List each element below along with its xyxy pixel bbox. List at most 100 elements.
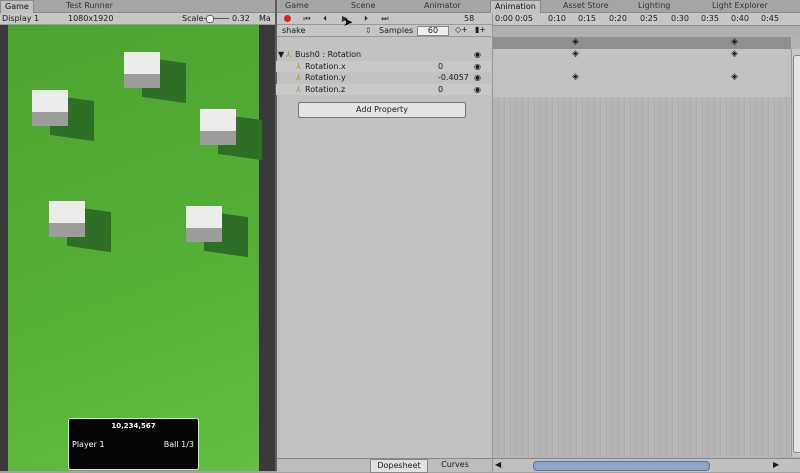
timeline-tick: 0:30	[671, 14, 689, 23]
prev-frame-button[interactable]: ⏴	[317, 13, 333, 25]
tab-animator[interactable]: Animator	[420, 0, 465, 12]
property-value[interactable]: 0	[438, 61, 443, 72]
property-label: Rotation.y	[305, 73, 346, 82]
keyframe-diamond-icon[interactable]: ◈	[572, 49, 579, 59]
clip-dropdown[interactable]: shake	[282, 26, 305, 35]
clip-toolbar: shake ⇕ Samples 60 ◇+ ▮+	[277, 25, 492, 37]
first-frame-icon: ⏮	[303, 14, 311, 23]
vertical-scrollbar[interactable]	[791, 49, 800, 457]
keyframe-diamond-icon[interactable]: ◈	[731, 49, 738, 59]
tab-asset-store[interactable]: Asset Store	[559, 0, 613, 12]
record-icon	[283, 15, 291, 22]
tab-label: Lighting	[638, 1, 671, 10]
tab-test-runner-label: Test Runner	[66, 1, 113, 10]
game-field[interactable]: 10,234,567 Player 1 Ball 1/3	[8, 25, 262, 471]
last-frame-icon: ⏭	[381, 14, 389, 23]
bush-cube	[32, 90, 94, 142]
summary-lane[interactable]	[493, 37, 791, 49]
tab-lighting[interactable]: Lighting	[634, 0, 674, 12]
property-row[interactable]: ⅄ Rotation.z 0 ◉	[276, 84, 491, 95]
timeline-tick: 0:20	[609, 14, 627, 23]
property-lanes[interactable]	[493, 49, 791, 97]
last-frame-button[interactable]: ⏭	[377, 13, 393, 25]
curves-tab[interactable]: Curves	[427, 459, 483, 471]
score-value: 10,234,567	[111, 422, 156, 430]
keyframe-diamond-icon[interactable]: ◈	[731, 37, 738, 47]
property-row[interactable]: ⅄ Rotation.y -0.4057 ◉	[276, 72, 491, 83]
tab-game-right[interactable]: Game	[281, 0, 313, 12]
timeline-tick: 0:45	[761, 14, 779, 23]
tab-animation[interactable]: Animation	[490, 0, 541, 13]
scroll-right-icon[interactable]: ▶	[773, 460, 779, 469]
keyframe-diamond-icon[interactable]: ◈	[572, 72, 579, 82]
game-tabbar: Game Test Runner	[0, 0, 275, 13]
add-event-icon[interactable]: ▮+	[475, 25, 486, 34]
tab-scene[interactable]: Scene	[347, 0, 379, 12]
property-value[interactable]: -0.4057	[438, 72, 469, 83]
tab-label: Animator	[424, 1, 461, 10]
next-frame-button[interactable]: ⏵	[358, 13, 374, 25]
game-toolbar: Display 1 1080x1920 Scale 0.32 Ma	[0, 13, 275, 25]
record-button[interactable]	[279, 13, 295, 25]
keyframe-diamond-icon[interactable]: ◈	[572, 37, 579, 47]
samples-field[interactable]: 60	[417, 26, 449, 36]
add-keyframe-icon[interactable]: ◇+	[455, 25, 468, 34]
timeline-tick: 0:40	[731, 14, 749, 23]
tab-label: Asset Store	[563, 1, 609, 10]
property-row[interactable]: ⅄ Rotation.x 0 ◉	[276, 61, 491, 72]
display-dropdown[interactable]: Display 1	[2, 14, 39, 23]
scale-label: Scale	[182, 14, 204, 23]
next-frame-icon: ⏵	[364, 14, 368, 23]
horizontal-scrollbar[interactable]: ◀ ▶	[493, 458, 800, 472]
add-property-button[interactable]: Add Property	[298, 102, 466, 118]
timeline-tick: 0:10	[548, 14, 566, 23]
keyframe-diamond-icon[interactable]: ◈	[731, 72, 738, 82]
curve-icon: ⅄	[296, 85, 301, 94]
first-frame-button[interactable]: ⏮	[299, 13, 315, 25]
property-label: Rotation.z	[305, 85, 346, 94]
visibility-eye-icon[interactable]: ◉	[474, 61, 481, 72]
player-label: Player 1	[72, 440, 105, 449]
ball-label: Ball 1/3	[163, 440, 194, 449]
resolution-dropdown[interactable]: 1080x1920	[68, 14, 113, 23]
tab-label: Game	[285, 1, 309, 10]
transform-icon: ⅄	[286, 50, 291, 59]
maximize-toggle[interactable]: Ma	[259, 14, 271, 23]
tab-label: Scene	[351, 1, 376, 10]
scale-slider-thumb[interactable]	[206, 15, 214, 23]
curve-icon: ⅄	[296, 62, 301, 71]
visibility-eye-icon[interactable]: ◉	[474, 49, 481, 60]
clip-dropdown-arrow: ⇕	[365, 26, 372, 35]
property-row[interactable]: ▼ ⅄ Bush0 : Rotation ◉	[276, 49, 491, 60]
add-property-label: Add Property	[356, 105, 408, 114]
bush-cube	[200, 109, 262, 161]
foldout-arrow-icon[interactable]: ▼	[278, 49, 284, 60]
samples-label: Samples	[379, 26, 414, 35]
bush-cube	[124, 52, 186, 104]
vertical-scroll-thumb[interactable]	[793, 55, 800, 453]
event-lane[interactable]	[493, 26, 800, 37]
scroll-left-icon[interactable]: ◀	[495, 460, 501, 469]
timeline-tick: 0:35	[701, 14, 719, 23]
dopesheet-area[interactable]: 0:00 0:05 0:10 0:15 0:20 0:25 0:30 0:35 …	[492, 13, 800, 472]
timeline-grid	[493, 97, 791, 457]
curves-label: Curves	[441, 460, 469, 469]
prev-frame-icon: ⏴	[323, 14, 327, 23]
property-value[interactable]: 0	[438, 84, 443, 95]
tab-light-explorer[interactable]: Light Explorer	[708, 0, 772, 12]
curve-icon: ⅄	[296, 73, 301, 82]
tab-label: Light Explorer	[712, 1, 768, 10]
bush-cube	[186, 206, 248, 258]
tab-game[interactable]: Game	[0, 0, 34, 13]
mouse-cursor-icon: ➤	[343, 15, 354, 29]
frame-field[interactable]: 58	[464, 14, 474, 23]
visibility-eye-icon[interactable]: ◉	[474, 72, 481, 83]
tab-label: Animation	[495, 2, 536, 11]
timeline-tick: 0:00	[495, 14, 513, 23]
visibility-eye-icon[interactable]: ◉	[474, 84, 481, 95]
dopesheet-label: Dopesheet	[377, 461, 421, 470]
tab-test-runner[interactable]: Test Runner	[62, 0, 117, 12]
timeline-tick: 0:05	[515, 14, 533, 23]
horizontal-scroll-thumb[interactable]	[533, 461, 710, 471]
timeline-ruler[interactable]: 0:00 0:05 0:10 0:15 0:20 0:25 0:30 0:35 …	[493, 13, 800, 26]
